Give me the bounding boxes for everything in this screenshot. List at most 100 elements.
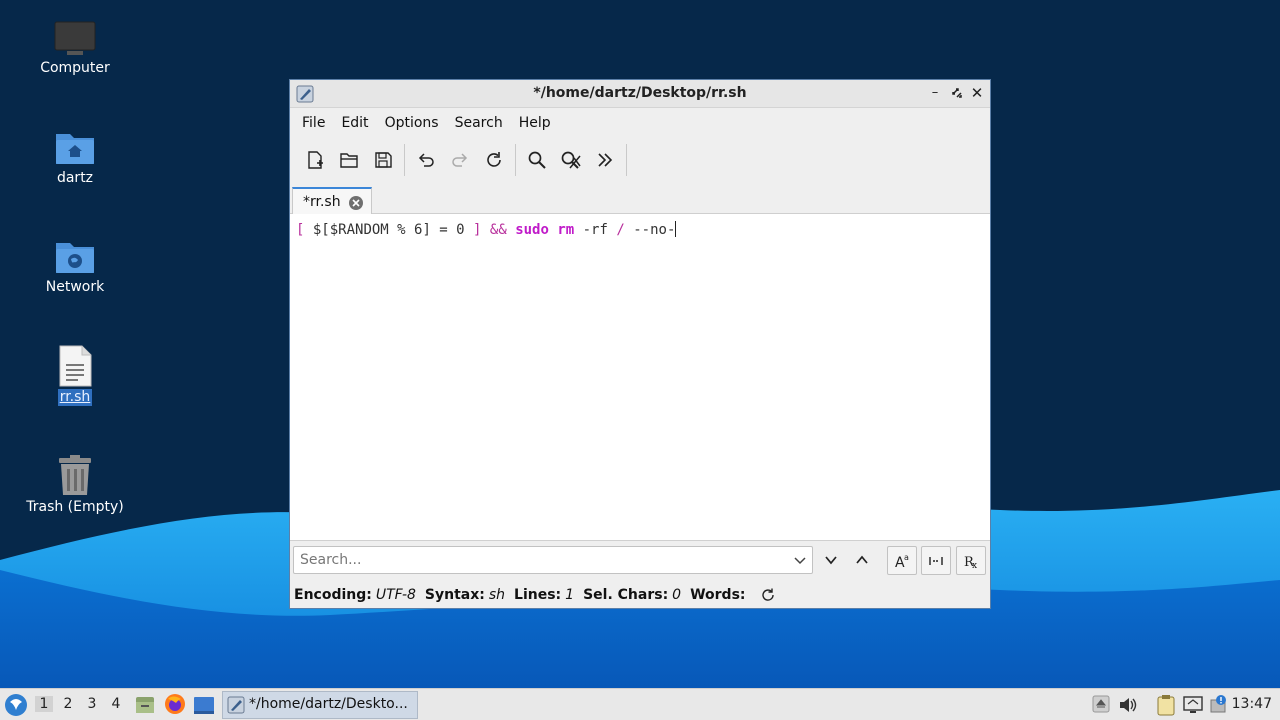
code-token: rm <box>557 222 575 238</box>
find-replace-icon <box>561 151 581 169</box>
reload-icon <box>487 152 501 167</box>
open-file-button[interactable] <box>332 143 366 177</box>
code-token: / <box>616 222 625 238</box>
whole-word-button[interactable] <box>921 546 951 575</box>
close-button[interactable]: ✕ <box>968 84 986 102</box>
search-bar: Search... Aa Rx <box>290 541 990 579</box>
tab-label: *rr.sh <box>303 194 341 210</box>
tab-bar: *rr.sh <box>290 182 990 215</box>
app-icon <box>227 696 245 714</box>
minimize-button[interactable]: – <box>926 84 944 102</box>
desktop-icon-label: Computer <box>40 60 110 76</box>
find-button[interactable] <box>520 143 554 177</box>
code-token: -rf <box>574 222 617 238</box>
desktop-icon-label: Network <box>45 279 105 295</box>
status-bar: Encoding: UTF-8 Syntax: sh Lines: 1 Sel.… <box>290 579 990 611</box>
more-tools-button[interactable] <box>588 143 622 177</box>
svg-text:a: a <box>904 553 909 562</box>
taskbar-window-label: */home/dartz/Deskto... <box>249 696 408 712</box>
chevron-up-icon <box>856 555 868 564</box>
editor-window: */home/dartz/Desktop/rr.sh – ✕ File Edit… <box>289 79 991 609</box>
monitor-icon <box>54 21 96 55</box>
window-title: */home/dartz/Desktop/rr.sh <box>533 85 747 101</box>
clock: 13:47 <box>1231 696 1272 712</box>
find-replace-button[interactable] <box>554 143 588 177</box>
text-file-icon <box>59 345 92 387</box>
file-manager-icon[interactable] <box>134 694 156 716</box>
redo-button[interactable] <box>443 143 477 177</box>
desktop-icon-rr-sh[interactable]: rr.sh <box>20 345 130 406</box>
taskbar: 1 2 3 4 */home/dartz/Deskto... 13:47 <box>0 688 1280 720</box>
toolbar-separator <box>626 144 627 176</box>
chevron-down-icon[interactable] <box>793 553 807 567</box>
sel-chars-label: Sel. Chars: <box>583 587 669 603</box>
desktop-icon-label: rr.sh <box>57 389 93 406</box>
syntax-value: sh <box>488 587 506 603</box>
show-desktop-icon[interactable] <box>193 694 215 716</box>
open-folder-icon <box>340 153 358 168</box>
firefox-icon[interactable] <box>164 693 186 715</box>
code-token: $[$RANDOM % 6] = 0 <box>304 222 474 238</box>
search-placeholder: Search... <box>300 552 362 568</box>
code-token: && <box>489 222 507 238</box>
maximize-icon <box>952 88 962 98</box>
find-next-button[interactable] <box>819 548 843 572</box>
match-case-button[interactable]: Aa <box>887 546 917 575</box>
volume-icon[interactable] <box>1118 695 1138 715</box>
tab-rr-sh[interactable]: *rr.sh <box>292 187 372 215</box>
home-folder-icon <box>56 134 94 164</box>
words-label: Words: <box>690 587 746 603</box>
workspace-1[interactable]: 1 <box>35 696 53 712</box>
chevron-down-icon <box>825 556 837 565</box>
undo-button[interactable] <box>409 143 443 177</box>
search-input[interactable]: Search... <box>293 546 813 574</box>
regex-button[interactable]: Rx <box>956 546 986 575</box>
regex-icon: Rx <box>964 555 977 570</box>
menu-options[interactable]: Options <box>377 111 447 135</box>
desktop-icon-computer[interactable]: Computer <box>20 20 130 77</box>
code-line-1: [ $[$RANDOM % 6] = 0 ] && sudo rm -rf / … <box>296 221 677 238</box>
workspace-2[interactable]: 2 <box>59 696 77 712</box>
encoding-label: Encoding: <box>294 587 372 603</box>
reload-button[interactable] <box>477 143 511 177</box>
lines-value: 1 <box>565 587 575 603</box>
desktop-icon-home[interactable]: dartz <box>20 128 130 187</box>
menu-help[interactable]: Help <box>511 111 559 135</box>
menu-file[interactable]: File <box>294 111 333 135</box>
network-status-icon[interactable] <box>1183 695 1203 715</box>
find-previous-button[interactable] <box>850 548 874 572</box>
title-bar[interactable]: */home/dartz/Desktop/rr.sh – ✕ <box>290 80 990 108</box>
refresh-word-count-icon[interactable] <box>760 587 776 603</box>
code-token: --no- <box>624 222 676 238</box>
close-tab-icon[interactable] <box>348 195 364 211</box>
toolbar-separator <box>515 144 516 176</box>
lines-label: Lines: <box>514 587 562 603</box>
toolbar-separator <box>404 144 405 176</box>
desktop-icon-network[interactable]: Network <box>20 237 130 296</box>
eject-icon[interactable] <box>1092 695 1110 713</box>
text-editor-area[interactable]: [ $[$RANDOM % 6] = 0 ] && sudo rm -rf / … <box>290 214 990 541</box>
menu-edit[interactable]: Edit <box>333 111 376 135</box>
workspace-3[interactable]: 3 <box>83 696 101 712</box>
clipboard-icon[interactable] <box>1156 694 1176 716</box>
network-folder-icon <box>56 243 94 273</box>
new-file-icon <box>308 151 323 169</box>
maximize-button[interactable] <box>948 84 966 102</box>
new-file-button[interactable] <box>298 143 332 177</box>
trash-icon <box>59 455 91 495</box>
double-chevron-right-icon <box>598 153 613 167</box>
whole-word-icon <box>929 556 943 565</box>
save-button[interactable] <box>366 143 400 177</box>
sel-chars-value: 0 <box>672 587 682 603</box>
desktop-icon-trash[interactable]: Trash (Empty) <box>20 455 130 516</box>
code-token: sudo <box>515 222 549 238</box>
taskbar-window-button[interactable]: */home/dartz/Deskto... <box>222 691 418 719</box>
menu-search[interactable]: Search <box>447 111 511 135</box>
redo-icon <box>452 153 468 167</box>
encoding-value: UTF-8 <box>375 587 416 603</box>
notification-icon[interactable] <box>1209 694 1229 714</box>
start-menu-icon[interactable] <box>4 693 28 717</box>
workspace-4[interactable]: 4 <box>107 696 125 712</box>
